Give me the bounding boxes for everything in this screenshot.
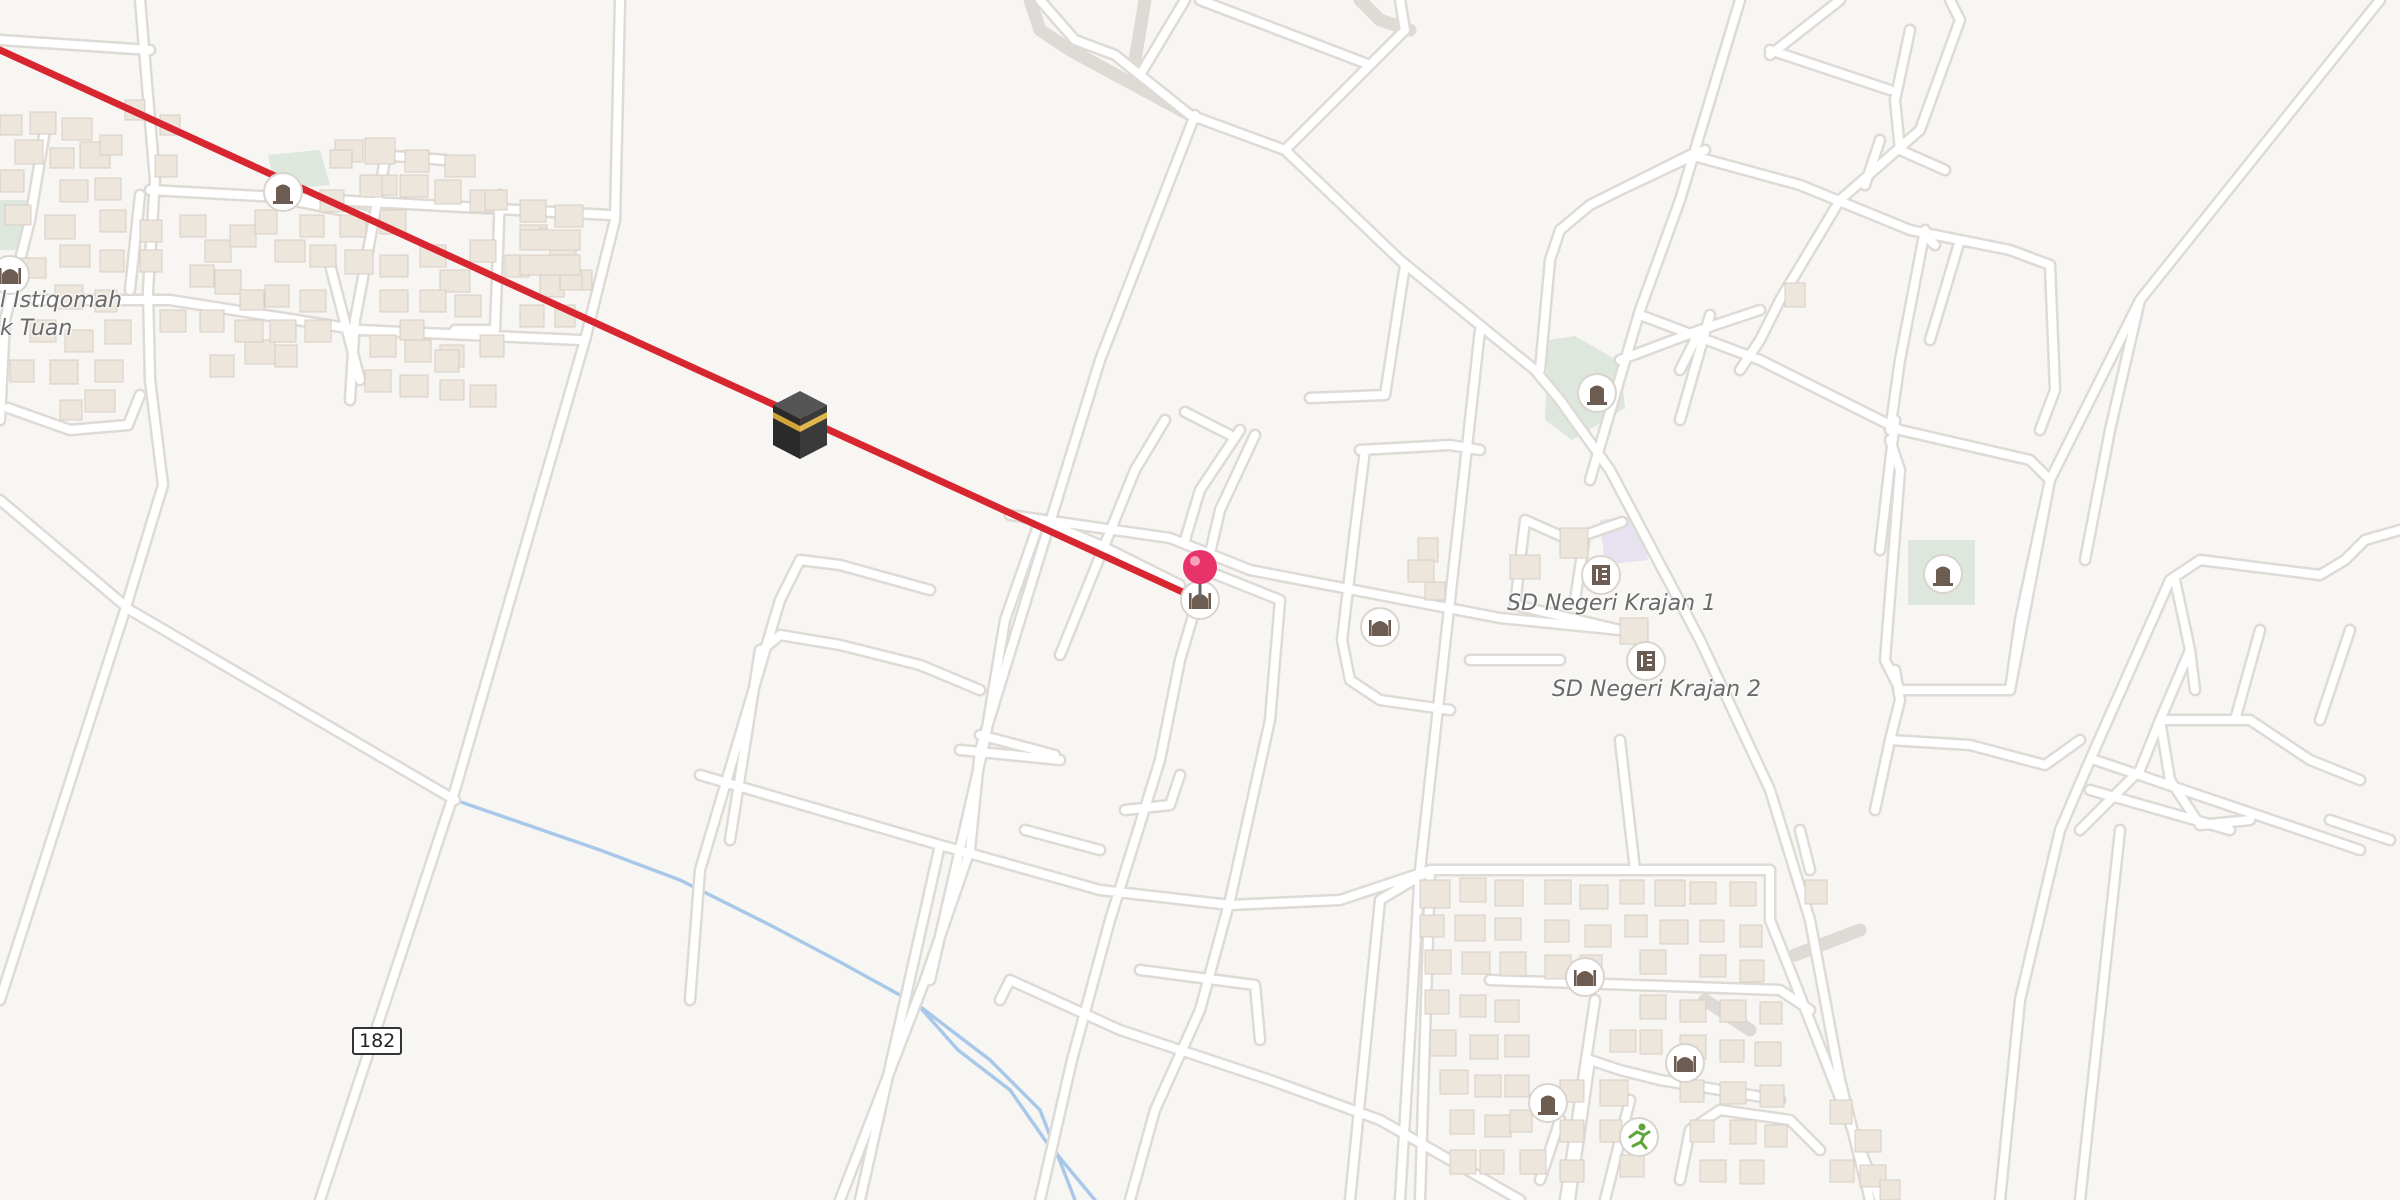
school-icon[interactable]	[1626, 641, 1666, 681]
place-label: k Tuan	[0, 316, 73, 341]
mosque-icon[interactable]	[1565, 957, 1605, 997]
sports-running-icon[interactable]	[1619, 1117, 1659, 1157]
building	[1407, 559, 1435, 583]
kaaba-icon	[773, 391, 827, 459]
buildings-layer	[0, 99, 1901, 1200]
building	[1619, 617, 1649, 645]
school-label: SD Negeri Krajan 2	[1552, 677, 1762, 702]
cemetery-icon[interactable]	[263, 172, 303, 212]
map-canvas[interactable]	[0, 0, 2400, 1200]
building	[1509, 554, 1541, 580]
building	[1804, 879, 1828, 905]
place-label: l Istiqomah	[0, 288, 123, 313]
map-view[interactable]: l Istiqomah k Tuan SD Negeri Krajan 1 SD…	[0, 0, 2400, 1200]
cemetery-icon[interactable]	[1528, 1083, 1568, 1123]
mosque-icon[interactable]	[1360, 607, 1400, 647]
building	[1424, 581, 1446, 601]
school-label: SD Negeri Krajan 1	[1507, 591, 1717, 616]
building	[1417, 537, 1439, 563]
building	[1559, 527, 1589, 559]
mosque-icon[interactable]	[1665, 1043, 1705, 1083]
building	[1784, 282, 1806, 308]
cemetery-icon[interactable]	[1577, 373, 1617, 413]
road-shield: 182	[352, 1027, 403, 1055]
school-icon[interactable]	[1581, 555, 1621, 595]
cemetery-icon[interactable]	[1923, 554, 1963, 594]
